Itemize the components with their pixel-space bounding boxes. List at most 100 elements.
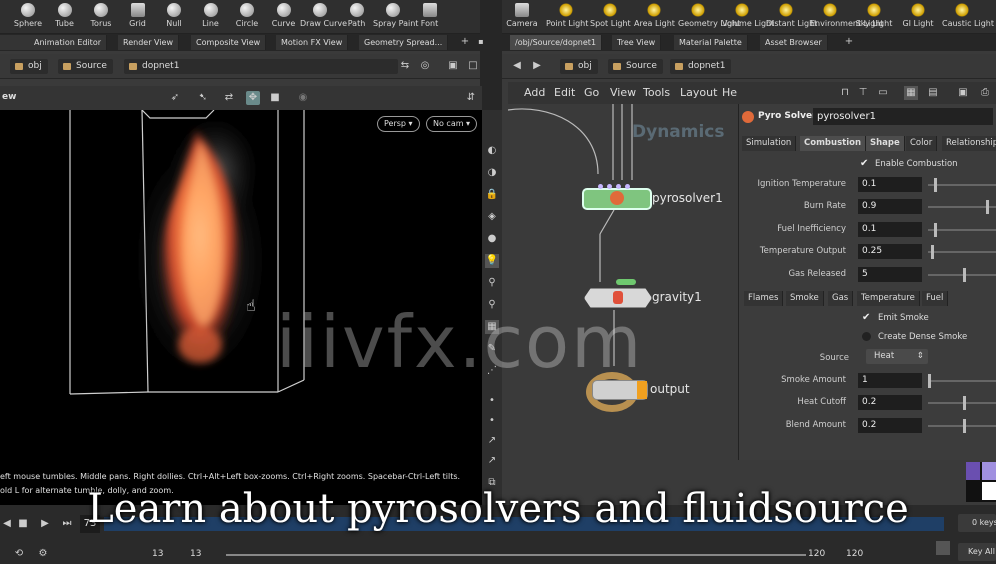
right-path-obj[interactable]: obj — [560, 59, 598, 74]
path-source[interactable]: Source — [58, 59, 113, 74]
shelf-tool-path[interactable]: Path — [337, 0, 377, 33]
smoke-param-field[interactable]: 0.2 — [858, 417, 922, 433]
smoke-param-slider-handle[interactable] — [963, 418, 966, 433]
key-mode-icon[interactable] — [936, 541, 950, 555]
shelf-tool-font[interactable]: Font — [410, 0, 450, 33]
param-slider[interactable] — [928, 184, 996, 186]
print-icon[interactable]: ⎙ — [978, 86, 992, 100]
param-slider[interactable] — [928, 273, 996, 276]
pin-marker-icon[interactable]: ⚲ — [485, 276, 499, 290]
add-tab-icon[interactable]: + — [458, 35, 472, 49]
dot-small-icon[interactable]: • — [485, 414, 499, 428]
shelf-tool-tube[interactable]: Tube — [45, 0, 85, 33]
shelf-tool-point-light[interactable]: Point Light — [546, 0, 588, 33]
key-all-button[interactable]: Key All — [958, 543, 996, 561]
back-icon[interactable]: ◀ — [510, 59, 524, 73]
tab-combustion[interactable]: Combustion — [800, 136, 866, 151]
view-tool-icon[interactable]: ◐ — [485, 144, 499, 158]
param-slider-handle[interactable] — [963, 267, 966, 282]
param-field[interactable]: 0.9 — [858, 199, 922, 215]
magnet-icon[interactable]: ⊓ — [838, 86, 852, 100]
shelf-tool-spray-paint[interactable]: Spray Paint — [373, 0, 418, 33]
smoke-param-slider[interactable] — [928, 424, 996, 427]
menu-edit[interactable]: Edit — [554, 86, 575, 99]
enable-combustion-checkbox[interactable]: ✔ — [860, 158, 868, 169]
source-dropdown[interactable]: Heat ⇕ — [866, 349, 928, 364]
shelf-tool-caustic-light[interactable]: Caustic Light — [942, 0, 994, 33]
info-icon[interactable]: ▭ — [876, 86, 890, 100]
persp-menu[interactable]: Persp ▾ — [377, 116, 420, 132]
settings-icon[interactable]: ⚙ — [36, 547, 50, 561]
smoke-param-slider[interactable] — [928, 380, 996, 382]
normal-icon[interactable]: ↗ — [485, 454, 499, 468]
dense-smoke-checkbox[interactable] — [862, 332, 871, 341]
param-field[interactable]: 5 — [858, 266, 922, 282]
list-view-icon[interactable]: ▤ — [926, 86, 940, 100]
tab-simulation[interactable]: Simulation — [742, 136, 797, 151]
tab-asset-browser[interactable]: Asset Browser — [760, 35, 828, 50]
shelf-tool-sphere[interactable]: Sphere — [8, 0, 48, 33]
shelf-tool-draw-curve[interactable]: Draw Curve — [300, 0, 347, 33]
tab-motion-fx-view[interactable]: Motion FX View — [276, 35, 349, 50]
shelf-tool-gi-light[interactable]: GI Light — [898, 0, 938, 33]
tab-render-view[interactable]: Render View — [118, 35, 180, 50]
param-field[interactable]: 0.25 — [858, 244, 922, 260]
shelf-tool-distant-light[interactable]: Distant Light — [766, 0, 817, 33]
smoke-param-field[interactable]: 0.2 — [858, 395, 922, 411]
lock-icon[interactable]: 🔒 — [485, 188, 499, 202]
camera-menu[interactable]: No cam ▾ — [426, 116, 478, 132]
menu-tools[interactable]: Tools — [643, 86, 670, 99]
smoke-param-field[interactable]: 1 — [858, 373, 922, 388]
menu-layout[interactable]: Layout — [680, 86, 717, 99]
select-mode-icon[interactable]: ➶ — [168, 91, 182, 105]
tab-geometry-spreadsheet[interactable]: Geometry Spread... — [359, 35, 449, 50]
menu-go[interactable]: Go — [584, 86, 599, 99]
range-end2-field[interactable]: 120 — [846, 549, 863, 559]
tab-composite-view[interactable]: Composite View — [191, 35, 267, 50]
realtime-icon[interactable]: ⟲ — [12, 547, 26, 561]
layout-icon[interactable]: ▣ — [446, 59, 460, 73]
range-start-field[interactable]: 13 — [152, 549, 163, 559]
param-slider[interactable] — [928, 251, 996, 254]
shelf-tool-camera[interactable]: Camera — [502, 0, 542, 33]
shelf-tool-spot-light[interactable]: Spot Light — [590, 0, 631, 33]
tab-shape[interactable]: Shape — [866, 136, 905, 151]
param-slider-handle[interactable] — [931, 245, 934, 260]
record-icon[interactable]: ■ — [268, 91, 282, 105]
swatch-lavender[interactable] — [982, 462, 996, 480]
shelf-tool-line[interactable]: Line — [191, 0, 231, 33]
shelf-tool-volume-light[interactable]: Volume Light — [722, 0, 774, 33]
display-tool-icon[interactable]: ◑ — [485, 166, 499, 180]
shelf-tool-circle[interactable]: Circle — [227, 0, 267, 33]
tab-relationships[interactable]: Relationships — [942, 136, 996, 151]
menu-add[interactable]: Add — [524, 86, 545, 99]
shelf-tool-grid[interactable]: Grid — [118, 0, 158, 33]
subtab-gas[interactable]: Gas — [828, 291, 854, 306]
shelf-tool-area-light[interactable]: Area Light — [634, 0, 675, 33]
param-slider-handle[interactable] — [986, 200, 989, 215]
tab-network-path[interactable]: /obj/Source/dopnet1 — [510, 35, 603, 50]
path-dopnet[interactable]: dopnet1 — [124, 59, 398, 74]
ghost-icon[interactable]: ◉ — [296, 91, 310, 105]
smoke-param-slider-handle[interactable] — [928, 374, 931, 388]
add-right-tab-icon[interactable]: + — [842, 35, 856, 49]
range-start2-field[interactable]: 13 — [190, 549, 201, 559]
tab-animation-editor[interactable]: Animation Editor — [29, 35, 108, 50]
link-icon[interactable]: ◎ — [418, 59, 432, 73]
range-end-field[interactable]: 120 — [808, 549, 825, 559]
subtab-smoke[interactable]: Smoke — [786, 291, 824, 306]
swatch-purple[interactable] — [966, 462, 980, 480]
forward-icon[interactable]: ▶ — [530, 59, 544, 73]
arrow-icon[interactable]: ↗ — [485, 434, 499, 448]
shelf-tool-torus[interactable]: Torus — [81, 0, 121, 33]
camera-tool-icon[interactable]: ◈ — [485, 210, 499, 224]
right-path-source[interactable]: Source — [608, 59, 663, 74]
param-field[interactable]: 0.1 — [858, 221, 922, 237]
maximize-icon[interactable]: □ — [466, 59, 480, 73]
range-slider[interactable] — [226, 554, 806, 556]
emit-smoke-checkbox[interactable]: ✔ — [862, 312, 870, 323]
pane-menu-icon[interactable]: ▪ — [474, 35, 488, 49]
light-icon[interactable]: 💡 — [485, 254, 499, 268]
shelf-tool-curve[interactable]: Curve — [264, 0, 304, 33]
param-slider-handle[interactable] — [934, 178, 937, 192]
